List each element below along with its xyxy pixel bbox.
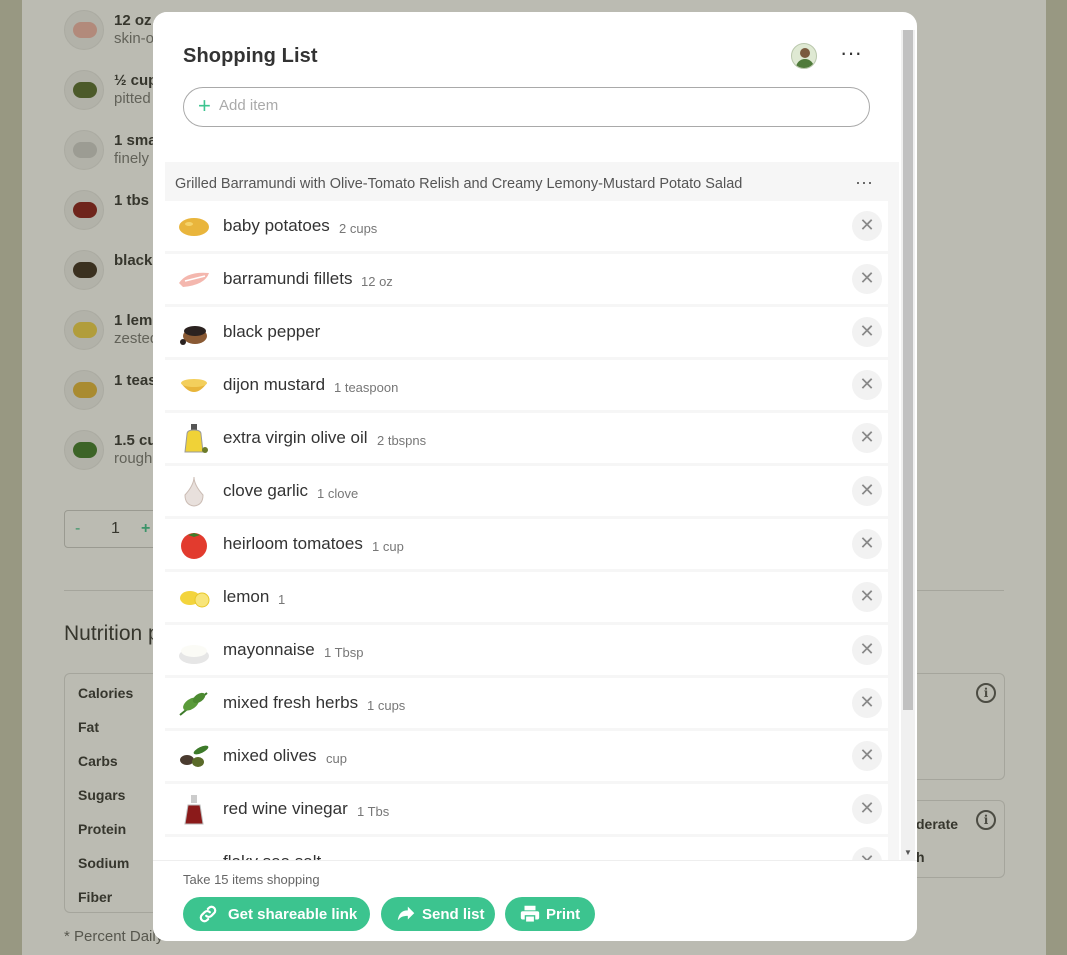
recipe-title: Grilled Barramundi with Olive-Tomato Rel… — [175, 176, 743, 192]
list-item[interactable]: black pepper ✕ — [165, 307, 888, 357]
share-arrow-icon — [397, 906, 415, 921]
fish-fillet-icon — [179, 272, 209, 287]
item-name: mixed olives — [223, 746, 317, 765]
remove-item-icon[interactable]: ✕ — [852, 847, 882, 860]
item-name: lemon — [223, 587, 270, 606]
olive-oil-icon — [184, 424, 208, 453]
list-item[interactable]: mixed fresh herbs 1 cups ✕ — [165, 678, 888, 728]
scroll-down-arrow-icon[interactable]: ▼ — [904, 848, 912, 857]
item-list: baby potatoes 2 cups ✕ barramundi fillets 12… — [165, 201, 888, 860]
remove-item-icon[interactable]: ✕ — [852, 529, 882, 559]
item-quantity: 2 cups — [339, 221, 378, 236]
add-item-input[interactable] — [219, 97, 849, 114]
item-quantity: 1 — [278, 592, 286, 607]
herbs-icon — [179, 692, 208, 716]
list-item[interactable]: extra virgin olive oil 2 tbspns ✕ — [165, 413, 888, 463]
modal-title: Shopping List — [183, 45, 318, 67]
garlic-icon — [184, 476, 204, 507]
item-name: red wine vinegar — [223, 799, 348, 818]
item-name: extra virgin olive oil — [223, 428, 368, 447]
list-item[interactable]: dijon mustard 1 teaspoon ✕ — [165, 360, 888, 410]
list-item[interactable]: flaky sea salt ✕ — [165, 837, 888, 860]
list-item[interactable]: mixed olives cup ✕ — [165, 731, 888, 781]
print-label: Print — [546, 906, 581, 923]
shopping-list-area: Grilled Barramundi with Olive-Tomato Rel… — [165, 150, 899, 860]
modal-footer: Take 15 items shopping Get shareable lin… — [153, 860, 917, 941]
item-name: heirloom tomatoes — [223, 534, 363, 553]
list-item[interactable]: barramundi fillets 12 oz ✕ — [165, 254, 888, 304]
remove-item-icon[interactable]: ✕ — [852, 582, 882, 612]
list-item[interactable]: red wine vinegar 1 Tbs ✕ — [165, 784, 888, 834]
vinegar-icon — [184, 795, 204, 825]
share-label: Get shareable link — [228, 906, 358, 923]
item-name: baby potatoes — [223, 216, 330, 235]
link-icon — [199, 905, 217, 923]
item-quantity: 1 cup — [372, 539, 404, 554]
item-name: clove garlic — [223, 481, 309, 500]
olives-icon — [180, 745, 209, 767]
more-options-icon[interactable]: ··· — [837, 42, 865, 69]
tomato-icon — [181, 533, 207, 559]
potato-icon — [179, 218, 209, 236]
list-item[interactable]: mayonnaise 1 Tbsp ✕ — [165, 625, 888, 675]
avatar-body — [796, 59, 814, 68]
item-name: flaky sea salt — [223, 852, 321, 860]
list-item[interactable]: baby potatoes 2 cups ✕ — [165, 201, 888, 251]
add-item-field[interactable]: + — [183, 87, 870, 127]
remove-item-icon[interactable]: ✕ — [852, 688, 882, 718]
list-item[interactable]: clove garlic 1 clove ✕ — [165, 466, 888, 516]
mustard-bowl-icon — [181, 379, 207, 392]
remove-item-icon[interactable]: ✕ — [852, 476, 882, 506]
remove-item-icon[interactable]: ✕ — [852, 635, 882, 665]
item-quantity: 1 cups — [367, 698, 406, 713]
item-quantity: 1 Tbs — [357, 804, 390, 819]
item-name: mayonnaise — [223, 640, 315, 659]
remove-item-icon[interactable]: ✕ — [852, 317, 882, 347]
list-item[interactable]: lemon 1 ✕ — [165, 572, 888, 622]
remove-item-icon[interactable]: ✕ — [852, 423, 882, 453]
remove-item-icon[interactable]: ✕ — [852, 264, 882, 294]
print-button[interactable]: Print — [505, 897, 595, 931]
remove-item-icon[interactable]: ✕ — [852, 370, 882, 400]
shopping-list-modal: Grilled Barramundi with Olive-Tomato Rel… — [153, 12, 917, 941]
get-shareable-link-button[interactable]: Get shareable link — [183, 897, 370, 931]
send-label: Send list — [422, 906, 485, 923]
item-quantity: 2 tbspns — [377, 433, 427, 448]
lemon-icon — [180, 591, 210, 608]
scrollbar[interactable]: ▼ — [901, 30, 915, 862]
item-name: black pepper — [223, 322, 321, 341]
printer-icon — [520, 905, 540, 923]
items-count-text: Take 15 items shopping — [183, 872, 320, 887]
item-name: dijon mustard — [223, 375, 326, 394]
mayonnaise-icon — [179, 645, 209, 664]
item-quantity: 1 Tbsp — [324, 645, 364, 660]
modal-header: Shopping List ··· + — [153, 12, 901, 162]
item-quantity: 12 oz — [361, 274, 393, 289]
remove-item-icon[interactable]: ✕ — [852, 794, 882, 824]
scrollbar-thumb[interactable] — [903, 30, 913, 710]
plus-icon: + — [198, 93, 211, 118]
item-quantity: cup — [326, 751, 347, 766]
item-quantity: 1 teaspoon — [334, 380, 399, 395]
item-quantity: 1 clove — [317, 486, 359, 501]
item-name: mixed fresh herbs — [223, 693, 359, 712]
list-item[interactable]: heirloom tomatoes 1 cup ✕ — [165, 519, 888, 569]
salt-icon — [177, 846, 211, 860]
send-list-button[interactable]: Send list — [381, 897, 495, 931]
avatar-head — [800, 48, 810, 58]
recipe-more-icon[interactable]: ··· — [855, 172, 873, 193]
remove-item-icon[interactable]: ✕ — [852, 211, 882, 241]
remove-item-icon[interactable]: ✕ — [852, 741, 882, 771]
avatar[interactable] — [791, 43, 817, 69]
pepper-bowl-icon — [180, 326, 207, 345]
item-name: barramundi fillets — [223, 269, 353, 288]
